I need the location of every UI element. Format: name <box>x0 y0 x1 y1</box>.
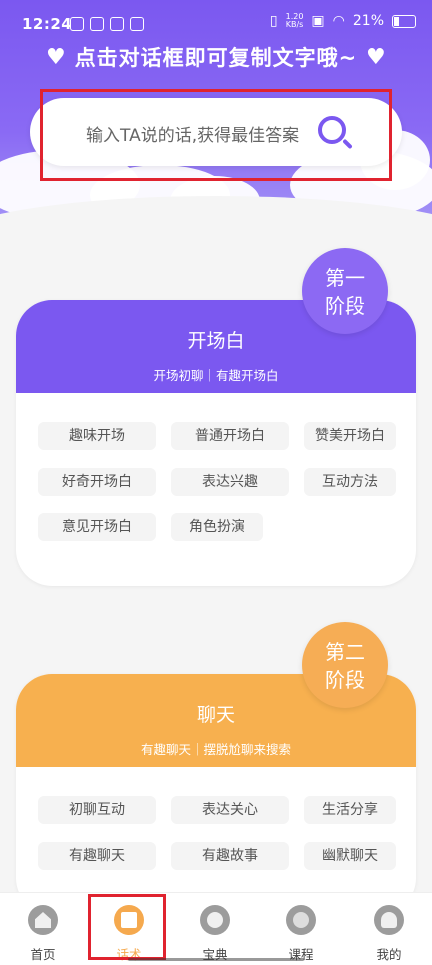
section-card-chat: 聊天 有趣聊天｜摆脱尬聊来搜索 初聊互动 表达关心 生活分享 有趣聊天 有趣故事… <box>16 674 416 914</box>
tab-guide[interactable]: 宝典 <box>172 893 258 965</box>
sim-icon: ▣ <box>311 13 325 29</box>
status-time: 12:24 <box>22 15 73 33</box>
section-card-opening: 开场白 开场初聊｜有趣开场白 趣味开场 普通开场白 赞美开场白 好奇开场白 表达… <box>16 300 416 586</box>
tag-button[interactable]: 互动方法 <box>304 468 396 496</box>
stage-label-1: 第二 <box>325 640 365 664</box>
app-notification-icon <box>90 17 104 31</box>
stage-label-2: 阶段 <box>325 668 365 692</box>
tab-home[interactable]: 首页 <box>0 893 86 965</box>
stage-badge: 第二 阶段 <box>302 622 388 708</box>
tag-button[interactable]: 角色扮演 <box>171 513 263 541</box>
tag-button[interactable]: 普通开场白 <box>171 422 289 450</box>
home-icon <box>28 905 58 935</box>
film-reel-icon <box>286 905 316 935</box>
battery-icon <box>392 14 416 28</box>
tag-button[interactable]: 意见开场白 <box>38 513 156 541</box>
stage-badge: 第一 阶段 <box>302 248 388 334</box>
search-placeholder: 输入TA说的话,获得最佳答案 <box>86 126 300 146</box>
app-icon <box>130 17 144 31</box>
heart-icon: ♥ <box>366 45 386 70</box>
stage-label-2: 阶段 <box>325 294 365 318</box>
tab-label: 我的 <box>376 947 402 962</box>
section-subtitle: 有趣聊天｜摆脱尬聊来搜索 <box>140 742 291 757</box>
tag-button[interactable]: 表达兴趣 <box>171 468 289 496</box>
link-icon <box>110 17 124 31</box>
user-icon <box>374 905 404 935</box>
tab-course[interactable]: 课程 <box>258 893 344 965</box>
tiktok-icon <box>70 17 84 31</box>
tag-button[interactable]: 有趣聊天 <box>38 842 156 870</box>
tag-button[interactable]: 有趣故事 <box>171 842 289 870</box>
tag-button[interactable]: 趣味开场 <box>38 422 156 450</box>
tag-button[interactable]: 幽默聊天 <box>304 842 396 870</box>
tag-button[interactable]: 好奇开场白 <box>38 468 156 496</box>
tag-button[interactable]: 赞美开场白 <box>304 422 396 450</box>
battery-percent: 21% <box>352 13 384 29</box>
notification-icons <box>70 17 144 31</box>
bottom-tab-bar: 首页 话术 宝典 课程 我的 <box>0 892 432 965</box>
tag-button[interactable]: 生活分享 <box>304 796 396 824</box>
net-speed: 1.20 KB/s <box>286 13 304 29</box>
script-icon <box>114 905 144 935</box>
tab-profile[interactable]: 我的 <box>346 893 432 965</box>
search-box[interactable]: 输入TA说的话,获得最佳答案 <box>30 98 402 166</box>
planet-icon <box>200 905 230 935</box>
search-icon[interactable] <box>318 116 346 144</box>
tag-button[interactable]: 初聊互动 <box>38 796 156 824</box>
gesture-bar[interactable] <box>128 958 304 961</box>
stage-label-1: 第一 <box>325 266 365 290</box>
wifi-icon: ◠ <box>332 13 345 29</box>
vibrate-icon: ▯ <box>269 13 278 29</box>
tab-label: 首页 <box>30 947 56 962</box>
tab-script[interactable]: 话术 <box>86 893 172 965</box>
net-speed-unit: KB/s <box>285 20 304 29</box>
tag-button[interactable]: 表达关心 <box>171 796 289 824</box>
section-subtitle: 开场初聊｜有趣开场白 <box>153 368 279 383</box>
